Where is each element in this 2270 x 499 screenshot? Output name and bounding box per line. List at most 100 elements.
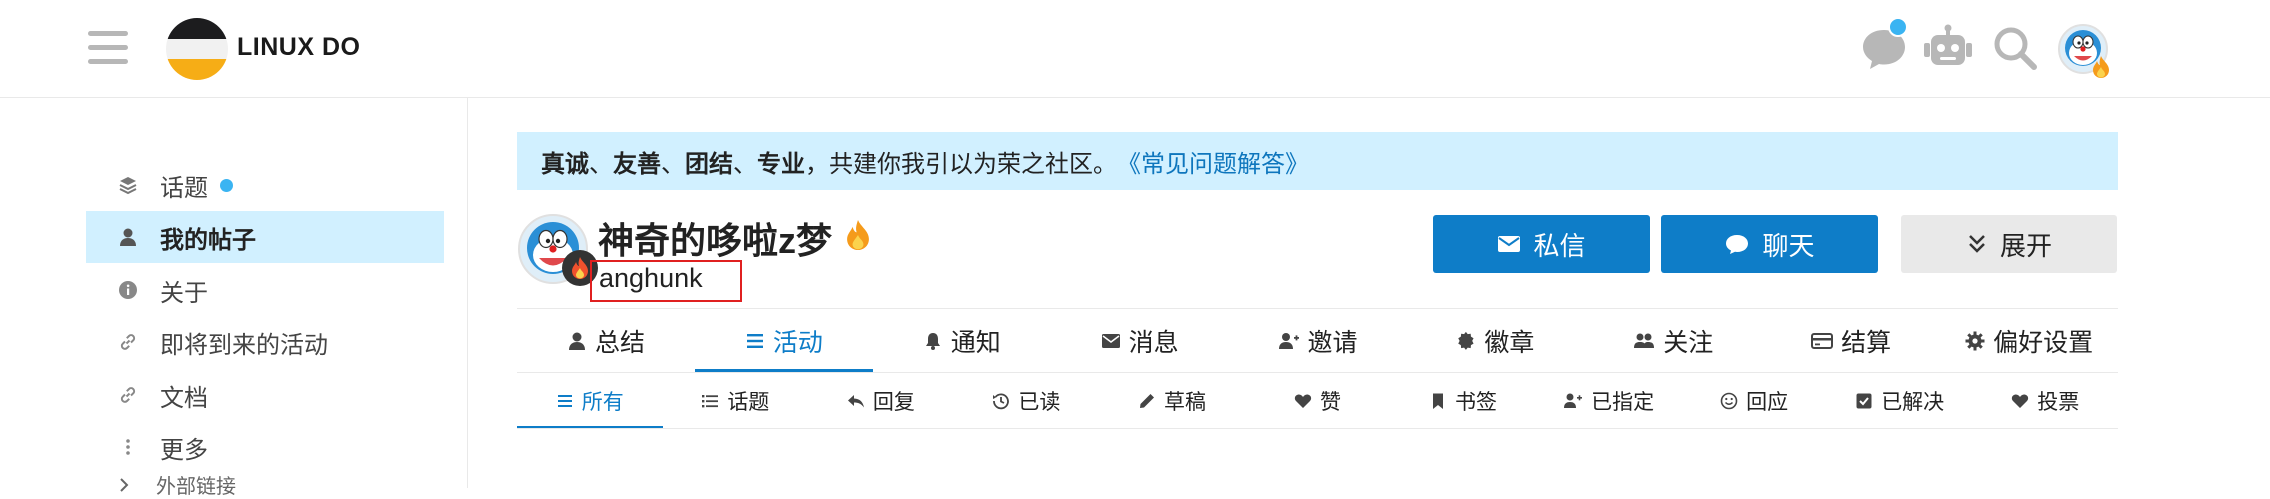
subtab-label: 书签 — [1455, 391, 1498, 414]
tab-notifications[interactable]: 通知 — [873, 310, 1051, 372]
tab-preferences[interactable]: 偏好设置 — [1940, 310, 2118, 372]
list-icon — [745, 331, 765, 351]
user-icon — [567, 331, 587, 351]
sidebar-section-external-links[interactable]: 外部链接 — [114, 470, 236, 499]
reply-icon — [847, 392, 865, 410]
tab-messages[interactable]: 消息 — [1051, 310, 1229, 372]
comment-icon — [1724, 233, 1750, 255]
banner-separator: 、 — [733, 150, 757, 178]
robot-icon[interactable] — [1922, 22, 1974, 74]
sidebar-item-label: 更多 — [160, 436, 208, 464]
profile-name: 神奇的哆啦z梦 — [598, 220, 833, 261]
new-topics-dot — [220, 178, 233, 192]
subtab-label: 赞 — [1320, 391, 1341, 414]
subtab-bookmarks[interactable]: 书签 — [1390, 374, 1536, 428]
banner-word: 专业 — [757, 150, 805, 178]
chat-button[interactable]: 聊天 — [1661, 215, 1878, 273]
sidebar: 话题 我的帖子 关于 即将到来的活动 文档 更多 外部链接 — [0, 98, 468, 498]
sidebar-item-events[interactable]: 即将到来的活动 — [86, 316, 444, 368]
check-square-icon — [1855, 392, 1873, 410]
link-icon — [114, 332, 142, 352]
banner-word: 友善 — [613, 150, 661, 178]
sidebar-item-label: 关于 — [160, 279, 208, 307]
tab-activity[interactable]: 活动 — [694, 310, 873, 373]
subtab-all[interactable]: 所有 — [517, 374, 663, 429]
banner-separator: 、 — [589, 150, 613, 178]
gear-icon — [1965, 331, 1985, 351]
banner-separator: 、 — [661, 150, 685, 178]
subtab-votes[interactable]: 投票 — [1972, 374, 2118, 428]
search-icon[interactable] — [1989, 22, 2041, 74]
tab-badges[interactable]: 徽章 — [1406, 310, 1584, 372]
divider — [517, 308, 2118, 309]
tab-label: 邀请 — [1307, 329, 1358, 357]
banner-word: 团结 — [685, 150, 733, 178]
site-logo[interactable] — [166, 18, 228, 80]
subtab-label: 回应 — [1746, 391, 1789, 414]
tab-summary[interactable]: 总结 — [517, 310, 695, 372]
tab-label: 活动 — [772, 329, 823, 357]
subtab-label: 回复 — [872, 391, 915, 414]
smile-icon — [1720, 392, 1738, 410]
subtab-replies[interactable]: 回复 — [808, 374, 954, 428]
sidebar-section-label: 外部链接 — [156, 476, 236, 498]
sidebar-item-more[interactable]: 更多 — [86, 421, 444, 473]
profile-username: anghunk — [599, 263, 703, 293]
subtab-label: 已解决 — [1881, 391, 1945, 414]
subtab-reactions[interactable]: 回应 — [1681, 374, 1827, 428]
bookmark-icon — [1429, 392, 1447, 410]
message-button[interactable]: 私信 — [1433, 215, 1650, 273]
heart-icon — [2011, 392, 2029, 410]
banner-text: ，共建你我引以为荣之社区。 — [805, 150, 1117, 178]
badge-icon — [1456, 331, 1476, 351]
activity-subnav: 所有 话题 回复 已读 草稿 赞 书签 已指定 回应 已解决 投票 — [517, 374, 2118, 429]
envelope-icon — [1497, 234, 1521, 254]
divider — [517, 428, 2118, 429]
tab-follow[interactable]: 关注 — [1584, 310, 1762, 372]
faq-link[interactable]: 《常见问题解答》 — [1117, 144, 1309, 179]
sidebar-item-topics[interactable]: 话题 — [86, 159, 444, 211]
expand-button-label: 展开 — [1999, 230, 2052, 261]
sidebar-item-my-posts[interactable]: 我的帖子 — [86, 211, 444, 263]
sidebar-item-label: 即将到来的活动 — [160, 331, 328, 359]
subtab-assigned[interactable]: 已指定 — [1536, 374, 1682, 428]
expand-button[interactable]: 展开 — [1901, 215, 2117, 273]
subtab-likes[interactable]: 赞 — [1245, 374, 1391, 428]
heart-icon — [1294, 392, 1312, 410]
divider — [517, 372, 2118, 373]
list-icon — [701, 392, 719, 410]
sidebar-item-label: 文档 — [160, 384, 208, 412]
link-icon — [114, 385, 142, 405]
subtab-read[interactable]: 已读 — [954, 374, 1100, 428]
site-header: LINUX DO — [0, 0, 2270, 98]
list-icon — [556, 392, 574, 410]
info-icon — [114, 280, 142, 300]
users-icon — [1633, 331, 1655, 351]
more-vertical-icon — [114, 437, 142, 457]
message-button-label: 私信 — [1533, 230, 1586, 261]
credit-card-icon — [1811, 332, 1834, 350]
layers-icon — [114, 175, 142, 195]
subtab-drafts[interactable]: 草稿 — [1099, 374, 1245, 428]
subtab-label: 草稿 — [1163, 391, 1206, 414]
sidebar-item-label: 话题 — [160, 174, 208, 202]
sidebar-item-docs[interactable]: 文档 — [86, 369, 444, 421]
chevron-right-icon — [120, 477, 129, 492]
profile-nav: 总结 活动 通知 消息 邀请 徽章 关注 结算 偏好设置 — [517, 310, 2118, 373]
envelope-icon — [1101, 332, 1121, 350]
tab-label: 偏好设置 — [1993, 329, 2094, 357]
hamburger-menu-icon[interactable] — [88, 30, 128, 66]
pencil-icon — [1138, 392, 1156, 410]
subtab-topics[interactable]: 话题 — [663, 374, 809, 428]
subtab-solved[interactable]: 已解决 — [1827, 374, 1973, 428]
site-title[interactable]: LINUX DO — [237, 33, 360, 62]
subtab-label: 话题 — [727, 391, 770, 414]
tab-label: 总结 — [594, 329, 645, 357]
tab-label: 结算 — [1841, 329, 1892, 357]
tab-invites[interactable]: 邀请 — [1229, 310, 1407, 372]
sidebar-item-about[interactable]: 关于 — [86, 264, 444, 316]
tab-billing[interactable]: 结算 — [1762, 310, 1940, 372]
user-plus-icon — [1563, 392, 1583, 410]
chat-notification-dot — [1888, 17, 1908, 37]
subtab-label: 已读 — [1018, 391, 1061, 414]
